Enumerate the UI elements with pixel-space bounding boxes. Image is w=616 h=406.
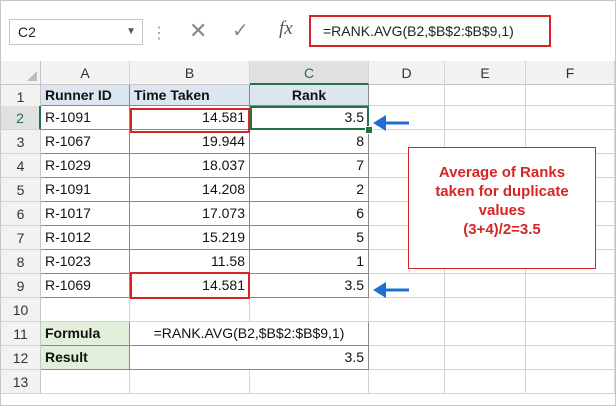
cell-empty[interactable]	[369, 322, 445, 346]
row-header-12[interactable]: 12	[1, 346, 41, 370]
runner-id-cell[interactable]: R-1091	[41, 178, 130, 202]
runner-id-cell[interactable]: R-1023	[41, 250, 130, 274]
column-header-e[interactable]: E	[445, 61, 526, 85]
formula-input[interactable]: =RANK.AVG(B2,$B$2:$B$9,1)	[309, 15, 551, 47]
rank-cell[interactable]: 8	[250, 130, 369, 154]
column-header-d[interactable]: D	[369, 61, 445, 85]
cell-empty[interactable]	[369, 298, 445, 322]
time-taken-cell[interactable]: 14.208	[130, 178, 250, 202]
cell-empty[interactable]	[130, 298, 250, 322]
runner-id-cell[interactable]: R-1091	[41, 106, 130, 130]
cell-empty[interactable]	[445, 106, 526, 130]
rank-cell[interactable]: 1	[250, 250, 369, 274]
name-box-value: C2	[18, 24, 36, 40]
cell-f1[interactable]	[526, 85, 615, 106]
formula-bar: C2 ▼ ⋮ ✕ ✓ fx =RANK.AVG(B2,$B$2:$B$9,1)	[1, 1, 615, 61]
row-header-10[interactable]: 10	[1, 298, 41, 322]
time-taken-cell[interactable]: 19.944	[130, 130, 250, 154]
cell-empty[interactable]	[526, 322, 615, 346]
cell-empty[interactable]	[130, 370, 250, 394]
row-header-4[interactable]: 4	[1, 154, 41, 178]
enter-check-icon[interactable]: ✓	[232, 18, 249, 43]
rank-cell[interactable]: 6	[250, 202, 369, 226]
cell-empty[interactable]	[526, 274, 615, 298]
annotation-line: values	[478, 202, 526, 219]
annotation-line: (3+4)/2=3.5	[463, 221, 541, 238]
cell-empty[interactable]	[526, 106, 615, 130]
cell-empty[interactable]	[526, 346, 615, 370]
rank-cell[interactable]: 7	[250, 154, 369, 178]
runner-id-cell[interactable]: R-1017	[41, 202, 130, 226]
cell-empty[interactable]	[41, 298, 130, 322]
row-header-11[interactable]: 11	[1, 322, 41, 346]
more-options-icon[interactable]: ⋮	[151, 23, 168, 43]
time-taken-cell[interactable]: 18.037	[130, 154, 250, 178]
arrow-left-icon	[373, 282, 409, 298]
cell-empty[interactable]	[369, 346, 445, 370]
row-header-6[interactable]: 6	[1, 202, 41, 226]
cell-empty[interactable]	[369, 370, 445, 394]
row-header-7[interactable]: 7	[1, 226, 41, 250]
column-header-a[interactable]: A	[41, 61, 130, 85]
formula-text-cell[interactable]: =RANK.AVG(B2,$B$2:$B$9,1)	[130, 322, 369, 346]
cell-empty[interactable]	[445, 298, 526, 322]
row-header-13[interactable]: 13	[1, 370, 41, 394]
row-header-2[interactable]: 2	[1, 106, 41, 130]
row-header-9[interactable]: 9	[1, 274, 41, 298]
spreadsheet-window: C2 ▼ ⋮ ✕ ✓ fx =RANK.AVG(B2,$B$2:$B$9,1) …	[0, 0, 616, 406]
cancel-icon[interactable]: ✕	[189, 18, 207, 44]
cell-empty[interactable]	[250, 370, 369, 394]
cell-empty[interactable]	[41, 370, 130, 394]
header-rank[interactable]: Rank	[250, 85, 369, 106]
runner-id-cell[interactable]: R-1067	[41, 130, 130, 154]
column-header-f[interactable]: F	[526, 61, 615, 85]
cell-empty[interactable]	[526, 370, 615, 394]
row-header-8[interactable]: 8	[1, 250, 41, 274]
rank-cell[interactable]: 5	[250, 226, 369, 250]
chevron-down-icon[interactable]: ▼	[126, 20, 136, 44]
column-header-c[interactable]: C	[250, 61, 369, 85]
runner-id-cell[interactable]: R-1069	[41, 274, 130, 298]
time-taken-cell[interactable]: 14.581	[130, 106, 250, 130]
header-time-taken[interactable]: Time Taken	[130, 85, 250, 106]
cell-empty[interactable]	[445, 370, 526, 394]
cell-empty[interactable]	[445, 322, 526, 346]
cell-empty[interactable]	[445, 346, 526, 370]
time-taken-cell[interactable]: 17.073	[130, 202, 250, 226]
row-header-5[interactable]: 5	[1, 178, 41, 202]
select-all-corner[interactable]	[1, 61, 41, 85]
rank-cell[interactable]: 3.5	[250, 106, 369, 130]
time-taken-cell[interactable]: 11.58	[130, 250, 250, 274]
rank-cell[interactable]: 3.5	[250, 274, 369, 298]
formula-label-cell[interactable]: Formula	[41, 322, 130, 346]
result-label-cell[interactable]: Result	[41, 346, 130, 370]
insert-function-icon[interactable]: fx	[279, 18, 293, 40]
time-taken-cell[interactable]: 14.581	[130, 274, 250, 298]
cell-empty[interactable]	[250, 298, 369, 322]
annotation-line: Average of Ranks	[438, 164, 566, 181]
name-box[interactable]: C2 ▼	[9, 19, 143, 45]
cell-empty[interactable]	[526, 298, 615, 322]
runner-id-cell[interactable]: R-1012	[41, 226, 130, 250]
cell-d1[interactable]	[369, 85, 445, 106]
cell-e1[interactable]	[445, 85, 526, 106]
annotation-line: taken for duplicate	[435, 183, 569, 200]
runner-id-cell[interactable]: R-1029	[41, 154, 130, 178]
annotation-note: Average of Ranks taken for duplicate val…	[408, 147, 596, 269]
header-runner-id[interactable]: Runner ID	[41, 85, 130, 106]
row-header-3[interactable]: 3	[1, 130, 41, 154]
arrow-left-icon	[373, 115, 409, 131]
result-value-cell[interactable]: 3.5	[130, 346, 369, 370]
column-header-b[interactable]: B	[130, 61, 250, 85]
rank-cell[interactable]: 2	[250, 178, 369, 202]
time-taken-cell[interactable]: 15.219	[130, 226, 250, 250]
cell-empty[interactable]	[445, 274, 526, 298]
